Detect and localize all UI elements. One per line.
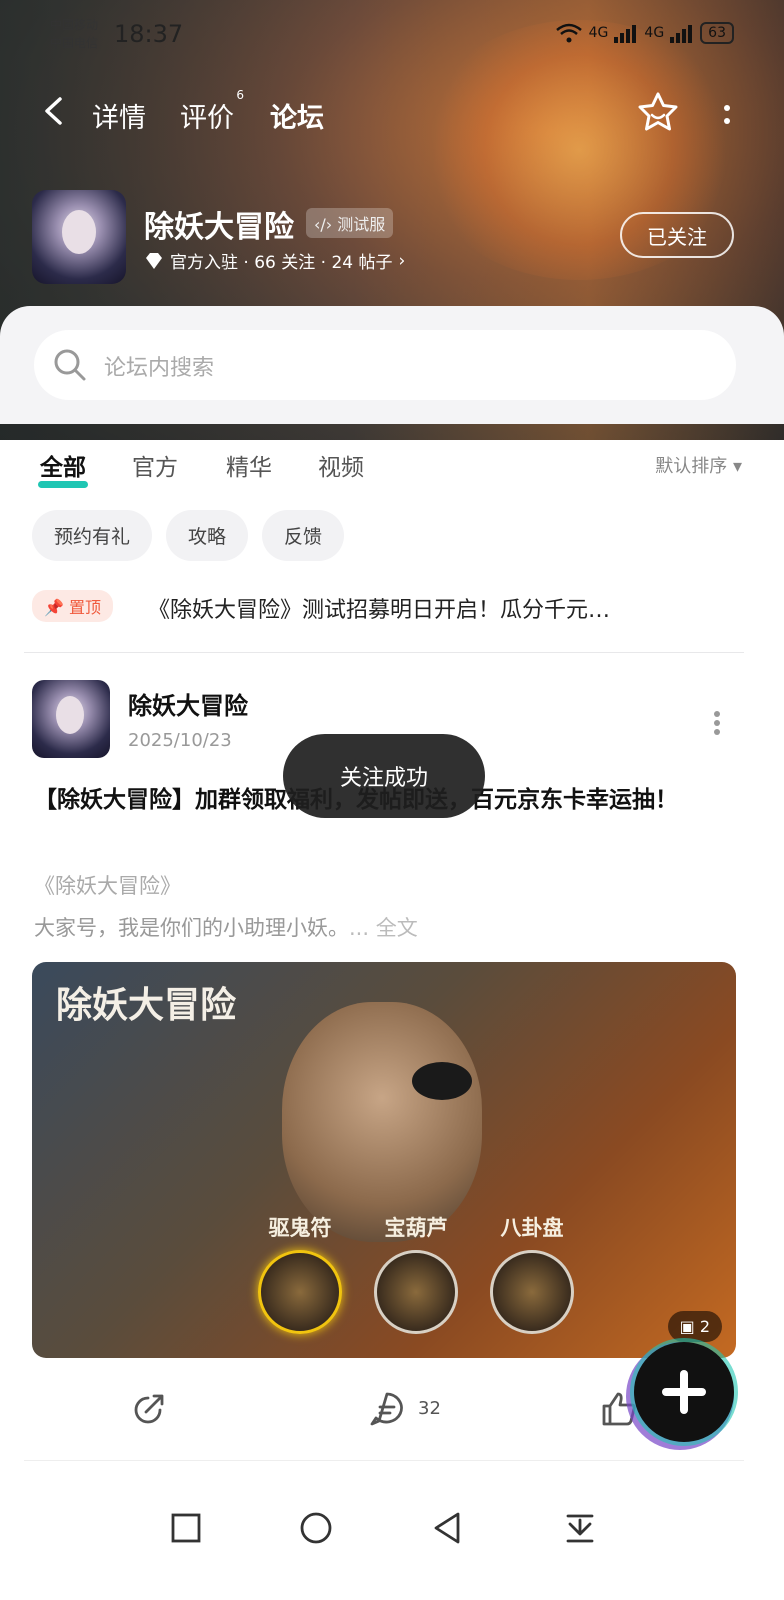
image-item-label: 驱鬼符 — [268, 1216, 332, 1240]
back-icon[interactable] — [430, 1510, 466, 1546]
pinned-post[interactable]: 📌 置顶 《除妖大冒险》测试招募明日开启！瓜分千元… — [32, 588, 752, 628]
notification-pull-icon[interactable] — [562, 1510, 598, 1546]
tab-reviews-label: 评价 — [180, 103, 234, 134]
image-item-talisman: 驱鬼符 — [252, 1212, 348, 1334]
image-item-gourd: 宝葫芦 — [368, 1212, 464, 1334]
plus-icon-vertical — [680, 1370, 688, 1414]
review-count-badge: 6 — [236, 88, 244, 102]
back-arrow-icon[interactable] — [40, 96, 66, 126]
status-bar: 中国移动 中国电信 18:37 4G 4G 63 — [0, 14, 784, 68]
app-icon-art — [62, 210, 96, 254]
app-info: 除妖大冒险 ‹/› 测试服 官方入驻 · 66 关注 · 24 帖子 › 已关注 — [0, 190, 784, 290]
talisman-icon — [258, 1250, 342, 1334]
search-input[interactable]: 论坛内搜索 — [34, 330, 736, 400]
chip-guides[interactable]: 攻略 — [166, 510, 249, 561]
read-more-link[interactable]: ... 全文 — [349, 916, 418, 940]
search-placeholder: 论坛内搜索 — [104, 356, 215, 381]
top-nav: 详情 评价 6 论坛 — [0, 88, 784, 143]
test-server-label: 测试服 — [337, 215, 386, 234]
test-server-badge: ‹/› 测试服 — [306, 208, 394, 238]
post-more-icon[interactable] — [712, 710, 722, 736]
image-item-bagua: 八卦盘 — [484, 1212, 580, 1334]
signal-icon-2 — [670, 25, 693, 43]
avatar[interactable] — [32, 680, 110, 758]
favorite-star-icon[interactable] — [636, 90, 680, 134]
post-date: 2025/10/23 — [128, 730, 232, 751]
post-body: 大家号，我是你们的小助理小妖。... 全文 — [34, 912, 418, 942]
pinned-title: 《除妖大冒险》测试招募明日开启！瓜分千元… — [148, 598, 611, 623]
filter-tab-featured[interactable]: 精华 — [226, 448, 272, 482]
status-icons: 4G 4G 63 — [555, 22, 734, 44]
app-icon[interactable] — [32, 190, 126, 284]
carrier-2: 中国电信 — [50, 36, 99, 50]
filter-tabs: 全部 官方 精华 视频 默认排序 ▾ — [0, 444, 784, 494]
recent-apps-icon[interactable] — [168, 1510, 204, 1546]
signal-icon — [614, 25, 637, 43]
caret-down-icon: ▾ — [732, 456, 742, 477]
search-icon — [54, 349, 86, 381]
network-1: 4G — [588, 25, 609, 41]
like-icon[interactable] — [600, 1390, 638, 1428]
post-subtitle: 《除妖大冒险》 — [34, 874, 181, 898]
filter-tab-all[interactable]: 全部 — [38, 448, 88, 488]
pinned-badge-label: 置顶 — [69, 598, 102, 617]
topic-chips: 预约有礼 攻略 反馈 — [32, 510, 345, 561]
search-section: 论坛内搜索 — [0, 306, 784, 424]
tab-details[interactable]: 详情 — [92, 96, 146, 135]
image-count-badge: ▣ 2 — [667, 1311, 722, 1342]
image-game-logo: 除妖大冒险 — [56, 985, 237, 1026]
create-post-button[interactable] — [634, 1342, 734, 1442]
battery-icon: 63 — [700, 22, 734, 44]
wifi-icon — [555, 23, 582, 43]
image-item-label: 八卦盘 — [500, 1216, 564, 1240]
chip-feedback[interactable]: 反馈 — [262, 510, 345, 561]
image-character — [282, 1002, 482, 1242]
tab-forum-label: 论坛 — [270, 103, 324, 134]
follow-button[interactable]: 已关注 — [620, 212, 734, 258]
share-icon[interactable] — [130, 1390, 168, 1428]
app-meta-text: 官方入驻 · 66 关注 · 24 帖子 — [170, 253, 393, 273]
post-image[interactable]: 除妖大冒险 驱鬼符 宝葫芦 八卦盘 ▣ 2 — [32, 962, 736, 1358]
filter-tab-all-label: 全部 — [40, 455, 86, 481]
tab-forum[interactable]: 论坛 — [266, 96, 328, 143]
chevron-right-icon: › — [398, 250, 406, 271]
divider — [24, 652, 744, 653]
system-nav-bar — [0, 1500, 784, 1600]
pin-icon: 📌 — [44, 598, 64, 617]
tab-details-label: 详情 — [92, 103, 146, 134]
sort-label: 默认排序 — [655, 456, 728, 477]
post-body-text: 大家号，我是你们的小助理小妖。 — [34, 916, 349, 940]
app-meta[interactable]: 官方入驻 · 66 关注 · 24 帖子 › — [144, 248, 405, 273]
image-item-label: 宝葫芦 — [384, 1216, 448, 1240]
image-icon: ▣ — [679, 1317, 695, 1336]
carrier-1: 中国移动 — [50, 18, 99, 32]
app-name: 除妖大冒险 — [144, 210, 294, 245]
carrier-info: 中国移动 中国电信 — [50, 16, 98, 52]
comment-icon[interactable] — [368, 1390, 406, 1428]
avatar-art — [56, 696, 84, 734]
filter-tab-official[interactable]: 官方 — [132, 448, 178, 482]
image-count: 2 — [699, 1317, 710, 1336]
bagua-icon — [490, 1250, 574, 1334]
comment-count: 32 — [418, 1398, 441, 1419]
filter-active-indicator — [38, 481, 88, 488]
toast-message: 关注成功 — [283, 734, 485, 818]
filter-tab-video[interactable]: 视频 — [318, 448, 364, 482]
divider — [24, 1460, 744, 1461]
clock: 18:37 — [114, 20, 184, 48]
post-author[interactable]: 除妖大冒险 — [128, 686, 248, 721]
code-icon: ‹/› — [314, 215, 333, 234]
chip-preorder-gift[interactable]: 预约有礼 — [32, 510, 153, 561]
tab-reviews[interactable]: 评价 6 — [180, 88, 244, 135]
diamond-icon — [146, 252, 162, 269]
active-tab-indicator — [266, 135, 328, 143]
more-options-icon[interactable] — [722, 100, 732, 130]
home-icon[interactable] — [298, 1510, 334, 1546]
network-2: 4G — [644, 25, 665, 41]
sort-dropdown[interactable]: 默认排序 ▾ — [655, 452, 742, 478]
gourd-icon — [374, 1250, 458, 1334]
image-eyepatch — [412, 1062, 472, 1100]
pinned-badge: 📌 置顶 — [32, 590, 114, 622]
